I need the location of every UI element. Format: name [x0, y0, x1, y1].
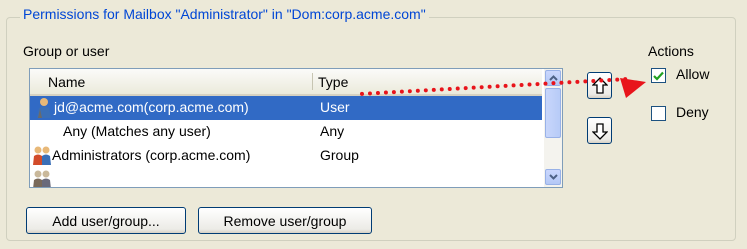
- scroll-thumb[interactable]: [545, 88, 561, 138]
- list-row[interactable]: Administrators (corp.acme.com) Group: [30, 144, 542, 168]
- row-name: jd@acme.com(corp.acme.com): [54, 99, 249, 115]
- column-separator[interactable]: [312, 73, 313, 90]
- row-name: Any (Matches any user): [63, 123, 211, 139]
- column-header-name[interactable]: Name: [48, 74, 85, 90]
- row-type: Group: [320, 147, 359, 163]
- actions-label: Actions: [648, 43, 694, 59]
- permissions-group-title: Permissions for Mailbox "Administrator" …: [20, 6, 429, 22]
- move-up-button[interactable]: [587, 72, 612, 99]
- add-user-group-button[interactable]: Add user/group...: [26, 207, 186, 234]
- scroll-down-button[interactable]: [545, 169, 561, 185]
- allow-label[interactable]: Allow: [676, 66, 709, 82]
- list-header: Name Type: [30, 69, 542, 96]
- group-icon: [33, 146, 51, 165]
- row-type: Any: [320, 123, 345, 139]
- row-name: Administrators (corp.acme.com): [52, 147, 251, 163]
- arrow-down-icon: [591, 122, 608, 140]
- group-or-user-label: Group or user: [23, 43, 110, 59]
- deny-checkbox[interactable]: [651, 106, 666, 121]
- list-row-partial[interactable]: [30, 168, 542, 187]
- checkmark-icon: [653, 71, 664, 81]
- list-row[interactable]: Any (Matches any user) Any: [30, 120, 542, 144]
- user-icon: [37, 98, 51, 118]
- list-row-selected[interactable]: jd@acme.com(corp.acme.com) User: [30, 96, 542, 120]
- chevron-down-icon: [548, 174, 558, 180]
- deny-label[interactable]: Deny: [676, 104, 709, 120]
- row-type: User: [320, 99, 350, 115]
- remove-user-group-button[interactable]: Remove user/group: [198, 207, 372, 234]
- column-header-type[interactable]: Type: [318, 74, 348, 90]
- list-scrollbar[interactable]: [544, 69, 562, 187]
- move-down-button[interactable]: [587, 117, 612, 144]
- group-icon: [33, 170, 51, 187]
- allow-checkbox[interactable]: [651, 68, 666, 83]
- annotation-arrowhead-icon: [620, 78, 646, 98]
